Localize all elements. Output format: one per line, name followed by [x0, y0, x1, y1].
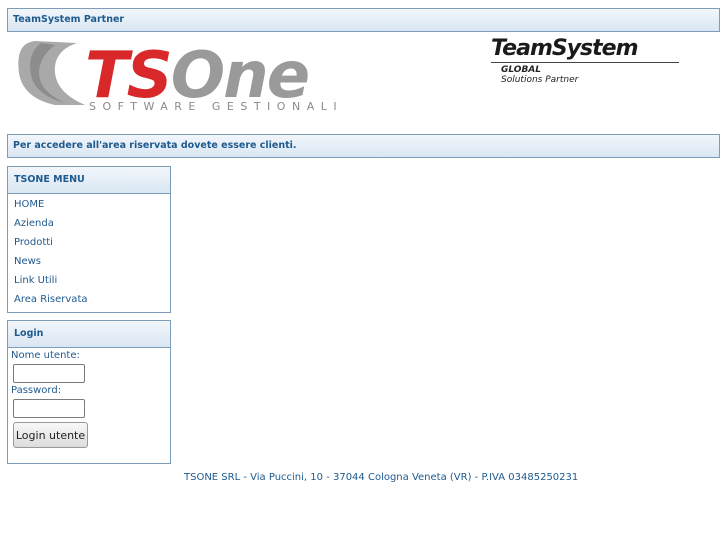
menu-item-area-riservata[interactable]: Area Riservata [14, 294, 88, 305]
login-submit-button[interactable]: Login utente [13, 422, 88, 448]
menu-item-link-utili[interactable]: Link Utili [14, 275, 57, 286]
header: TSOne SOFTWARE GESTIONALI TeamSystem GLO… [7, 33, 720, 134]
login-title: Login [14, 328, 44, 339]
top-bar-title: TeamSystem Partner [13, 14, 125, 25]
teamsystem-wordmark: TeamSystem [491, 36, 639, 61]
menu-item-home[interactable]: HOME [14, 199, 44, 210]
menu-header: TSONE MENU [8, 167, 170, 194]
menu-item-prodotti[interactable]: Prodotti [14, 237, 53, 248]
menu-item-news[interactable]: News [14, 256, 41, 267]
menu-panel: TSONE MENU HOME Azienda Prodotti News Li… [7, 166, 171, 313]
tsone-logo-overlay [211, 41, 376, 101]
login-panel: Login Nome utente: Password: Login utent… [7, 320, 171, 464]
menu-title: TSONE MENU [14, 174, 85, 185]
access-notice-bar: Per accedere all'area riservata dovete e… [7, 134, 720, 158]
top-bar: TeamSystem Partner [7, 8, 720, 32]
password-input[interactable] [13, 399, 85, 418]
footer-text: TSONE SRL - Via Puccini, 10 - 37044 Colo… [184, 472, 579, 483]
access-notice-text: Per accedere all'area riservata dovete e… [13, 140, 297, 151]
teamsystem-global: GLOBAL [501, 65, 542, 75]
teamsystem-solutions: Solutions Partner [501, 75, 579, 85]
login-header: Login [8, 321, 170, 348]
username-input[interactable] [13, 364, 85, 383]
menu-item-azienda[interactable]: Azienda [14, 218, 54, 229]
password-label: Password: [11, 385, 62, 396]
svg-text:SOFTWARE GESTIONALI: SOFTWARE GESTIONALI [89, 100, 343, 113]
username-label: Nome utente: [11, 350, 80, 361]
teamsystem-logo[interactable]: TeamSystem GLOBAL Solutions Partner [491, 37, 691, 93]
